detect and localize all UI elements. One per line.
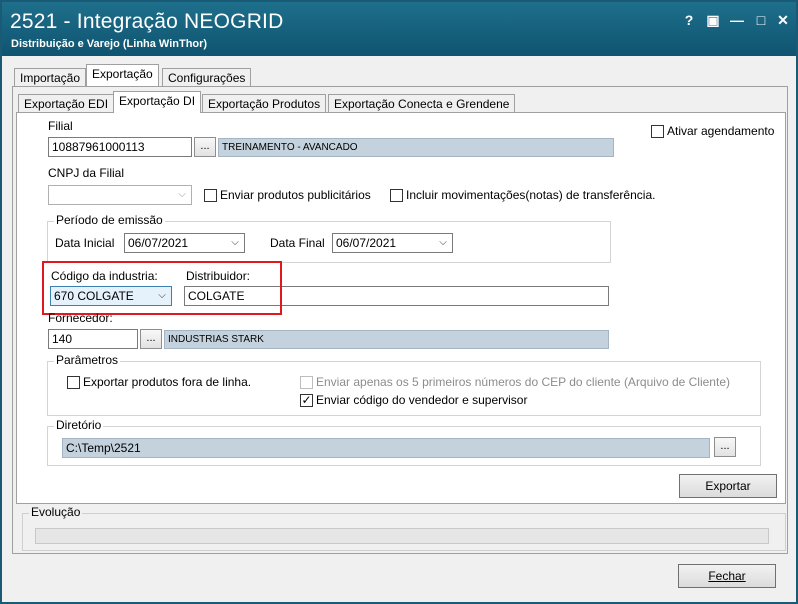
filial-name-field: TREINAMENTO - AVANCADO	[218, 138, 614, 157]
progress-bar	[35, 528, 769, 544]
tab-exportacao-conecta[interactable]: Exportação Conecta e Grendene	[328, 94, 516, 113]
exportar-fora-linha-checkbox[interactable]	[67, 376, 80, 389]
cnpj-label: CNPJ da Filial	[48, 166, 125, 180]
tab-importacao[interactable]: Importação	[14, 68, 87, 87]
highlight-box	[42, 261, 282, 315]
fornecedor-name-field: INDUSTRIAS STARK	[164, 330, 609, 349]
evolucao-label: Evolução	[29, 505, 83, 519]
chevron-down-icon: ⌵	[178, 189, 186, 200]
filial-label: Filial	[48, 119, 73, 133]
exportacao-di-panel: Filial 10887961000113 ... TREINAMENTO - …	[16, 112, 786, 504]
fornecedor-label: Fornecedor:	[48, 311, 113, 325]
window-subtitle: Distribuição e Varejo (Linha WinThor)	[11, 38, 208, 50]
incluir-movimentacoes-checkbox[interactable]	[390, 189, 403, 202]
ativar-agendamento-label: Ativar agendamento	[667, 124, 775, 138]
tab-configuracoes[interactable]: Configurações	[162, 68, 252, 87]
periodo-label: Período de emissão	[54, 213, 165, 227]
diretorio-field[interactable]: C:\Temp\2521	[62, 438, 710, 458]
title-bar: 2521 - Integração NEOGRID Distribuição e…	[2, 2, 796, 56]
application-window: 2521 - Integração NEOGRID Distribuição e…	[0, 0, 798, 604]
window-title: 2521 - Integração NEOGRID	[10, 10, 284, 33]
fechar-button[interactable]: Fechar	[678, 564, 776, 588]
minimize-icon[interactable]: —	[728, 11, 746, 29]
enviar-vendedor-label: Enviar código do vendedor e supervisor	[316, 393, 528, 407]
enviar-publicitarios-label: Enviar produtos publicitários	[220, 188, 371, 202]
enviar-cep-checkbox[interactable]	[300, 376, 313, 389]
periodo-group: Período de emissão Data Inicial 06/07/20…	[47, 213, 611, 263]
data-inicial-label: Data Inicial	[55, 236, 115, 250]
data-final-label: Data Final	[270, 236, 325, 250]
enviar-vendedor-checkbox[interactable]: ✓	[300, 394, 313, 407]
diretorio-browse-button[interactable]: ...	[714, 437, 736, 457]
ativar-agendamento-checkbox[interactable]	[651, 125, 664, 138]
parametros-group: Parâmetros Exportar produtos fora de lin…	[47, 353, 761, 416]
tab-exportacao-edi[interactable]: Exportação EDI	[18, 94, 115, 113]
close-icon[interactable]: ✕	[774, 11, 792, 29]
maximize-icon[interactable]: □	[752, 11, 770, 29]
exportar-button[interactable]: Exportar	[679, 474, 777, 498]
tab-exportacao-produtos[interactable]: Exportação Produtos	[202, 94, 327, 113]
tab-exportacao[interactable]: Exportação	[86, 64, 159, 86]
data-final-input[interactable]: 06/07/2021 ⌵	[332, 233, 453, 253]
cnpj-select[interactable]: ⌵	[48, 185, 192, 205]
fornecedor-input[interactable]: 140	[48, 329, 138, 349]
help-icon[interactable]: ?	[680, 11, 698, 29]
exportar-fora-linha-label: Exportar produtos fora de linha.	[83, 375, 252, 389]
evolucao-group: Evolução	[22, 505, 786, 551]
restore-icon[interactable]: ▣	[704, 11, 722, 29]
chevron-down-icon: ⌵	[439, 237, 447, 248]
data-inicial-input[interactable]: 06/07/2021 ⌵	[124, 233, 245, 253]
fechar-label: Fechar	[708, 569, 746, 583]
incluir-movimentacoes-label: Incluir movimentações(notas) de transfer…	[406, 188, 656, 202]
parametros-label: Parâmetros	[54, 353, 121, 367]
enviar-cep-label: Enviar apenas os 5 primeiros números do …	[316, 375, 730, 389]
fornecedor-search-button[interactable]: ...	[140, 329, 162, 349]
filial-search-button[interactable]: ...	[194, 137, 216, 157]
diretorio-label: Diretório	[54, 418, 104, 432]
enviar-publicitarios-checkbox[interactable]	[204, 189, 217, 202]
chevron-down-icon: ⌵	[231, 237, 239, 248]
diretorio-group: Diretório C:\Temp\2521 ...	[47, 418, 761, 466]
tab-exportacao-di[interactable]: Exportação DI	[113, 91, 202, 113]
filial-input[interactable]: 10887961000113	[48, 137, 192, 157]
